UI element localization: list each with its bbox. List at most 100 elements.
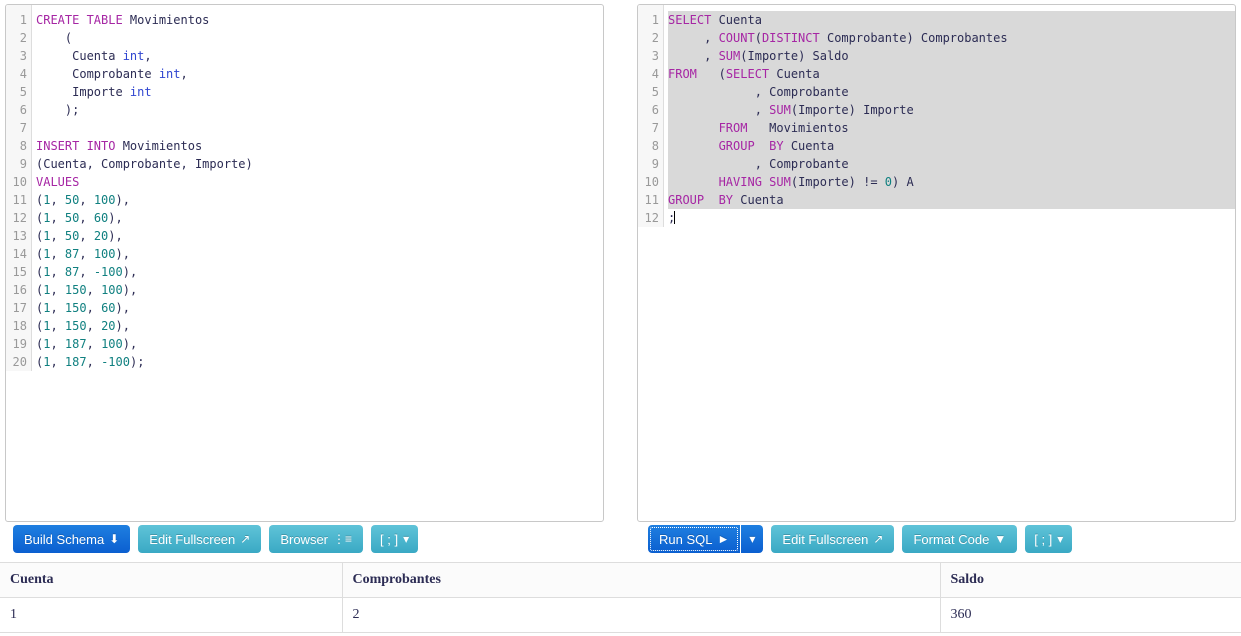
code-line: (Cuenta, Comprobante, Importe) bbox=[36, 157, 253, 171]
table-cell: 360 bbox=[940, 597, 1241, 633]
schema-panel: 1 2 3 4 5 6 7 8 9 10 11 12 13 14 15 16 17 18 19 20 CREATE T… bbox=[5, 4, 604, 522]
code-line: Importe int bbox=[36, 85, 152, 99]
browser-button[interactable]: Browser ⋮≡ bbox=[269, 525, 364, 553]
query-edit-fullscreen-label: Edit Fullscreen bbox=[782, 531, 869, 547]
code-line: (1, 150, 100), bbox=[36, 283, 138, 297]
code-line: , Comprobante bbox=[668, 155, 1235, 173]
line-number: 11 bbox=[644, 193, 659, 207]
filter-caret-icon: ▼ bbox=[994, 532, 1007, 546]
table-cell: 1 bbox=[0, 597, 343, 633]
chevron-down-icon: ▾ bbox=[1057, 532, 1064, 546]
chevron-down-icon: ▾ bbox=[749, 532, 756, 546]
code-line: , Comprobante bbox=[668, 83, 1235, 101]
column-header: Saldo bbox=[940, 562, 1241, 598]
line-number: 12 bbox=[644, 211, 659, 225]
line-number: 2 bbox=[651, 31, 659, 45]
download-icon: ⬇ bbox=[109, 532, 120, 546]
schema-edit-fullscreen-label: Edit Fullscreen bbox=[149, 531, 236, 547]
code-line: CREATE TABLE Movimientos bbox=[36, 13, 210, 27]
format-code-label: Format Code bbox=[913, 531, 990, 547]
results-table: Cuenta Comprobantes Saldo 1 2 360 bbox=[0, 562, 1241, 633]
line-number: 20 bbox=[12, 355, 27, 369]
build-schema-label: Build Schema bbox=[24, 531, 105, 547]
query-code-area[interactable]: SELECT Cuenta , COUNT(DISTINCT Comproban… bbox=[664, 5, 1235, 227]
code-line: (1, 87, 100), bbox=[36, 247, 130, 261]
schema-code-area[interactable]: CREATE TABLE Movimientos ( Cuenta int, C… bbox=[32, 5, 603, 371]
code-line: , SUM(Importe) Importe bbox=[668, 101, 1235, 119]
code-line: (1, 187, 100), bbox=[36, 337, 138, 351]
query-terminator-button[interactable]: [ ; ] ▾ bbox=[1025, 525, 1073, 553]
code-line: HAVING SUM(Importe) != 0) A bbox=[668, 173, 1235, 191]
results-body: 1 2 360 bbox=[0, 597, 1241, 633]
play-icon: ► bbox=[717, 532, 730, 546]
table-row: 1 2 360 bbox=[0, 597, 1241, 633]
code-line: GROUP BY Cuenta bbox=[668, 137, 1235, 155]
line-number: 13 bbox=[12, 229, 27, 243]
code-line: (1, 150, 20), bbox=[36, 319, 130, 333]
expand-arrows-icon: ↗ bbox=[873, 532, 884, 546]
line-number: 10 bbox=[644, 175, 659, 189]
line-number: 7 bbox=[651, 121, 659, 135]
line-number: 3 bbox=[651, 49, 659, 63]
code-line: (1, 50, 60), bbox=[36, 211, 123, 225]
line-number: 15 bbox=[12, 265, 27, 279]
schema-toolbar: Build Schema ⬇ Edit Fullscreen ↗ Browser… bbox=[13, 525, 419, 553]
code-line: ; bbox=[668, 211, 676, 225]
line-number: 14 bbox=[12, 247, 27, 261]
editor-panes: 1 2 3 4 5 6 7 8 9 10 11 12 13 14 15 16 17 18 19 20 CREATE T… bbox=[0, 0, 1241, 522]
query-toolbar: Run SQL ► ▾ Edit Fullscreen ↗ Format Cod… bbox=[648, 525, 1073, 553]
line-number: 7 bbox=[19, 121, 27, 135]
run-sql-dropdown-button[interactable]: ▾ bbox=[741, 525, 764, 553]
code-line: INSERT INTO Movimientos bbox=[36, 139, 203, 153]
query-edit-fullscreen-button[interactable]: Edit Fullscreen ↗ bbox=[771, 525, 895, 553]
line-number: 12 bbox=[12, 211, 27, 225]
code-line: Cuenta int, bbox=[36, 49, 152, 63]
line-number: 3 bbox=[19, 49, 27, 63]
table-cell: 2 bbox=[342, 597, 941, 633]
tree-indent-icon: ⋮≡ bbox=[333, 532, 353, 546]
code-line: , COUNT(DISTINCT Comprobante) Comprobant… bbox=[668, 29, 1235, 47]
text-caret bbox=[674, 211, 676, 224]
code-line: (1, 87, -100), bbox=[36, 265, 138, 279]
line-number: 5 bbox=[651, 85, 659, 99]
query-panel: 1 2 3 4 5 6 7 8 9 10 11 12 SELECT Cuenta , COUNT(DI… bbox=[637, 4, 1236, 522]
results-header: Cuenta Comprobantes Saldo bbox=[0, 562, 1241, 598]
line-number: 4 bbox=[651, 67, 659, 81]
line-number: 2 bbox=[19, 31, 27, 45]
format-code-button[interactable]: Format Code ▼ bbox=[902, 525, 1018, 553]
column-header: Comprobantes bbox=[342, 562, 941, 598]
results-panel: Cuenta Comprobantes Saldo 1 2 360 bbox=[0, 562, 1241, 633]
line-number: 1 bbox=[19, 13, 27, 27]
line-number: 19 bbox=[12, 337, 27, 351]
code-line: SELECT Cuenta bbox=[668, 11, 1235, 29]
query-editor[interactable]: 1 2 3 4 5 6 7 8 9 10 11 12 SELECT Cuenta , COUNT(DI… bbox=[638, 5, 1235, 521]
schema-terminator-button[interactable]: [ ; ] ▾ bbox=[371, 525, 419, 553]
line-number: 4 bbox=[19, 67, 27, 81]
line-number: 9 bbox=[651, 157, 659, 171]
code-line: FROM (SELECT Cuenta bbox=[668, 65, 1235, 83]
query-terminator-label: [ ; ] bbox=[1034, 531, 1053, 547]
code-line: (1, 50, 20), bbox=[36, 229, 123, 243]
line-number: 11 bbox=[12, 193, 27, 207]
code-line: Comprobante int, bbox=[36, 67, 188, 81]
schema-edit-fullscreen-button[interactable]: Edit Fullscreen ↗ bbox=[138, 525, 262, 553]
line-number: 5 bbox=[19, 85, 27, 99]
line-number: 6 bbox=[651, 103, 659, 117]
run-sql-label: Run SQL bbox=[659, 531, 713, 547]
code-line: (1, 150, 60), bbox=[36, 301, 130, 315]
build-schema-button[interactable]: Build Schema ⬇ bbox=[13, 525, 131, 553]
schema-terminator-label: [ ; ] bbox=[380, 531, 399, 547]
run-sql-split-button: Run SQL ► ▾ bbox=[648, 525, 764, 553]
column-header: Cuenta bbox=[0, 562, 343, 598]
line-number: 6 bbox=[19, 103, 27, 117]
line-number: 18 bbox=[12, 319, 27, 333]
schema-editor[interactable]: 1 2 3 4 5 6 7 8 9 10 11 12 13 14 15 16 17 18 19 20 CREATE T… bbox=[6, 5, 603, 521]
line-number: 8 bbox=[19, 139, 27, 153]
code-line: GROUP BY Cuenta bbox=[668, 191, 1235, 209]
table-header-row: Cuenta Comprobantes Saldo bbox=[0, 562, 1241, 598]
code-line: VALUES bbox=[36, 175, 80, 189]
line-number: 9 bbox=[19, 157, 27, 171]
code-line: FROM Movimientos bbox=[668, 119, 1235, 137]
schema-line-numbers: 1 2 3 4 5 6 7 8 9 10 11 12 13 14 15 16 17 18 19 20 bbox=[6, 5, 32, 371]
run-sql-button[interactable]: Run SQL ► bbox=[648, 525, 741, 553]
